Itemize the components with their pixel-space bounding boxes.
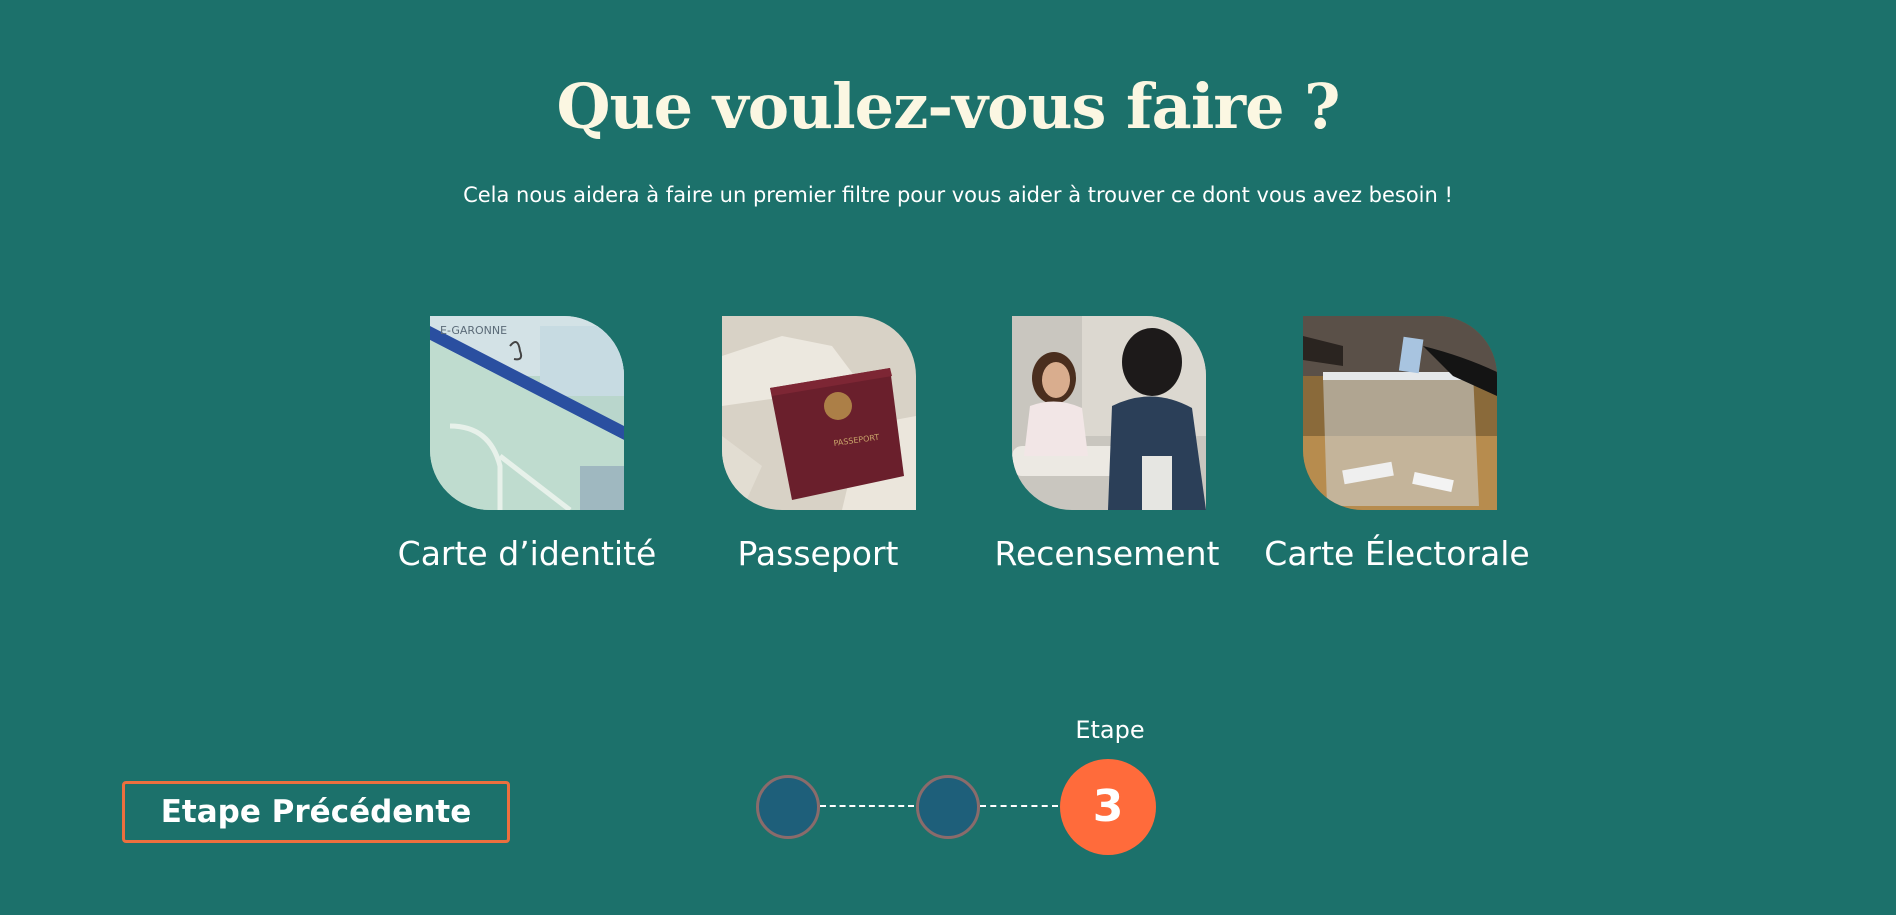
step-caption: Etape	[1075, 716, 1145, 744]
option-label: Carte d’identité	[397, 534, 657, 573]
previous-step-button[interactable]: Etape Précédente	[122, 781, 510, 843]
ballot-box-image	[1303, 316, 1497, 510]
option-card-identity[interactable]: E-GARONNE Carte d’identité	[370, 316, 670, 586]
option-card-passport[interactable]: PASSEPORT Passeport	[661, 316, 961, 586]
step-connector	[980, 805, 1058, 807]
step-2-dot	[916, 775, 980, 839]
svg-text:E-GARONNE: E-GARONNE	[440, 324, 507, 337]
option-list: E-GARONNE Carte d’identité PASSEPORT Pas…	[0, 316, 1896, 586]
progress-stepper: Etape 3	[750, 710, 1170, 860]
census-image	[1012, 316, 1206, 510]
option-label: Recensement	[994, 534, 1220, 573]
option-label: Carte Électorale	[1264, 534, 1530, 573]
option-card-census[interactable]: Recensement	[950, 316, 1250, 586]
id-card-image: E-GARONNE	[430, 316, 624, 510]
step-1-dot	[756, 775, 820, 839]
option-label: Passeport	[737, 534, 899, 573]
passport-image: PASSEPORT	[722, 316, 916, 510]
current-step-indicator: 3	[1060, 759, 1156, 855]
step-connector	[820, 805, 914, 807]
page-title: Que voulez-vous faire ?	[556, 70, 1341, 143]
option-card-electoral[interactable]: Carte Électorale	[1240, 316, 1540, 586]
page-subtitle: Cela nous aidera à faire un premier filt…	[463, 183, 1453, 207]
